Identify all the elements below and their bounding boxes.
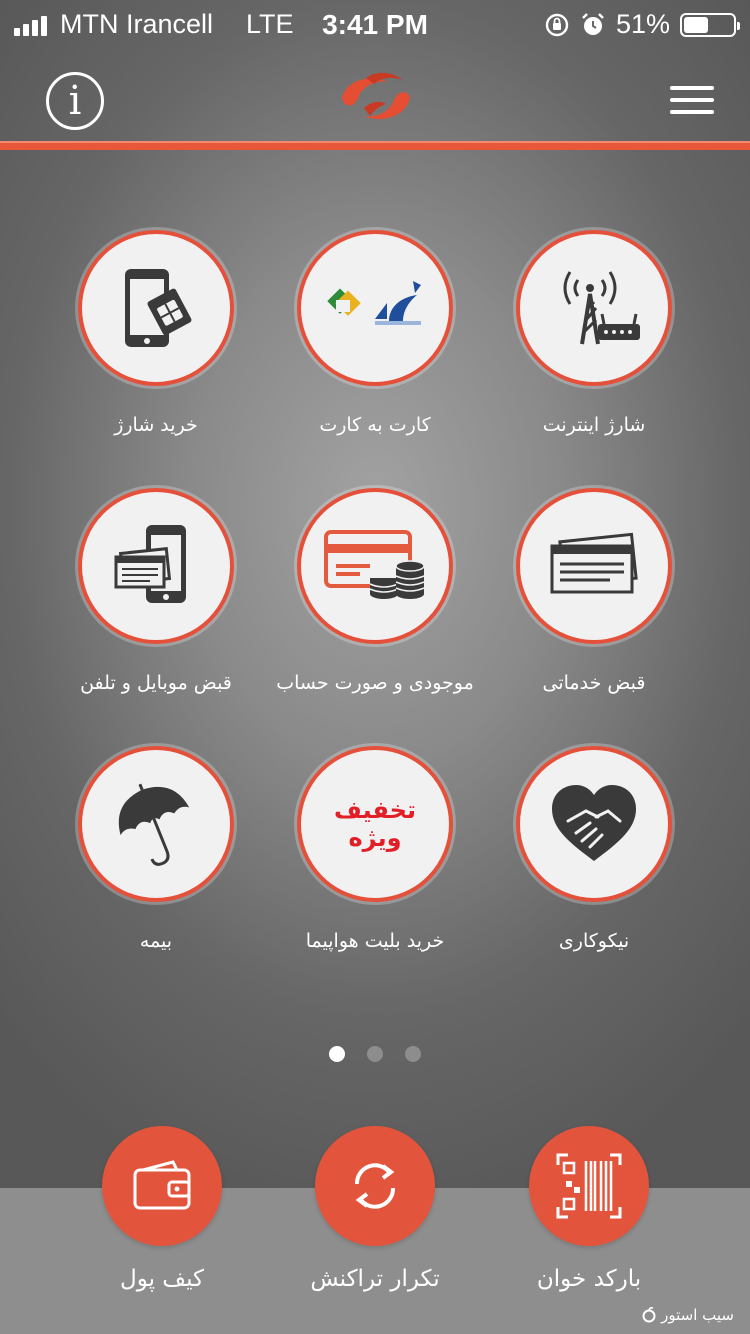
- tile-circle[interactable]: [297, 230, 453, 386]
- tile-card-to-card[interactable]: کارت به کارت: [265, 230, 485, 436]
- phone-sim-icon: [125, 269, 192, 347]
- discount-badge-line2: ویژه: [348, 824, 402, 852]
- bank-logos-icon: [327, 281, 421, 325]
- tile-balance-statement[interactable]: موجودی و صورت حساب: [265, 488, 485, 694]
- battery-percent: 51%: [615, 9, 670, 39]
- utility-bill-icon: [550, 532, 638, 594]
- tile-label: خرید بلیت هواپیما: [305, 930, 445, 952]
- tile-label: شارژ اینترنت: [542, 414, 646, 436]
- app-logo: [342, 72, 410, 120]
- tile-insurance[interactable]: بیمه: [46, 746, 266, 952]
- tile-label: قبض موبایل و تلفن: [80, 672, 232, 694]
- apple-logo-icon: [642, 1307, 656, 1323]
- tile-label: قبض خدماتی: [542, 672, 646, 694]
- umbrella-icon: [118, 783, 190, 866]
- barcode-reader-button[interactable]: بارکد خوان: [489, 1126, 689, 1292]
- tile-circle[interactable]: [516, 488, 672, 644]
- action-circle[interactable]: [529, 1126, 649, 1246]
- tile-circle[interactable]: [78, 746, 234, 902]
- nav-accent-line: [0, 141, 750, 150]
- orientation-lock-icon: [545, 13, 569, 36]
- tile-label: کارت به کارت: [319, 414, 431, 436]
- tile-label: بیمه: [139, 930, 173, 952]
- heart-handshake-icon: [552, 785, 636, 861]
- tile-utility-bill[interactable]: قبض خدماتی: [484, 488, 704, 694]
- tile-circle[interactable]: [78, 230, 234, 386]
- top-navbar: i: [0, 50, 750, 140]
- status-right: 51%: [544, 9, 740, 40]
- discount-badge-line1: تخفیف: [334, 796, 416, 824]
- action-label: تکرار تراکنش: [310, 1266, 440, 1292]
- discount-badge: تخفیف ویژه: [334, 796, 416, 852]
- action-circle[interactable]: [102, 1126, 222, 1246]
- tile-mobile-bill[interactable]: قبض موبایل و تلفن: [46, 488, 266, 694]
- watermark-text: سیب استور: [661, 1306, 734, 1324]
- tile-label: موجودی و صورت حساب: [276, 672, 474, 694]
- alarm-icon: [582, 12, 604, 35]
- hamburger-menu-icon[interactable]: [670, 86, 714, 114]
- tile-label: خرید شارژ: [114, 414, 198, 436]
- battery-icon: [680, 12, 740, 37]
- tile-label: نیکوکاری: [558, 930, 630, 952]
- pager-dot[interactable]: [367, 1046, 383, 1062]
- tile-circle[interactable]: تخفیف ویژه: [297, 746, 453, 902]
- tile-buy-charge[interactable]: خرید شارژ: [46, 230, 266, 436]
- tile-flight-ticket[interactable]: تخفیف ویژه خرید بلیت هواپیما: [265, 746, 485, 952]
- card-coins-icon: [324, 530, 425, 599]
- pager-dot[interactable]: [405, 1046, 421, 1062]
- wallet-button[interactable]: کیف پول: [62, 1126, 262, 1292]
- repeat-transaction-button[interactable]: تکرار تراکنش: [275, 1126, 475, 1292]
- tile-circle[interactable]: [78, 488, 234, 644]
- tile-charity[interactable]: نیکوکاری: [484, 746, 704, 952]
- phone-bill-icon: [114, 525, 186, 603]
- info-icon[interactable]: i: [46, 72, 104, 130]
- barcode-qr-icon: [556, 1153, 622, 1219]
- repeat-icon: [354, 1163, 396, 1209]
- pager-dot[interactable]: [329, 1046, 345, 1062]
- watermark: سیب استور: [641, 1306, 734, 1324]
- tile-circle[interactable]: [516, 230, 672, 386]
- tile-internet-charge[interactable]: شارژ اینترنت: [484, 230, 704, 436]
- tile-circle[interactable]: [297, 488, 453, 644]
- action-label: کیف پول: [119, 1266, 204, 1292]
- battery-fill: [684, 16, 709, 33]
- antenna-router-icon: [563, 271, 640, 345]
- action-circle[interactable]: [315, 1126, 435, 1246]
- pager-dots: [0, 1046, 750, 1062]
- action-label: بارکد خوان: [536, 1266, 642, 1292]
- status-bar: MTN Irancell LTE 3:41 PM 51%: [0, 0, 750, 50]
- tile-circle[interactable]: [516, 746, 672, 902]
- wallet-icon: [133, 1160, 191, 1210]
